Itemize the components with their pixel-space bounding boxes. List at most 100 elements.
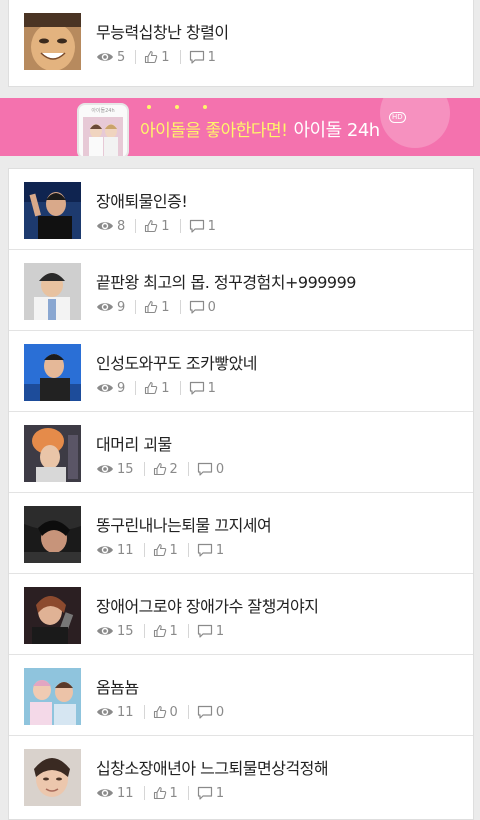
post-title[interactable]: 십창소장애년아 느그퇴물면상걱정해	[96, 755, 329, 779]
post-thumbnail[interactable]	[24, 749, 81, 806]
thumbs-up-icon[interactable]	[144, 219, 158, 233]
view-count-value: 5	[117, 49, 126, 65]
thumbs-up-icon[interactable]	[153, 705, 167, 719]
post-thumbnail[interactable]	[24, 344, 81, 401]
thumbs-up-icon[interactable]	[144, 50, 158, 64]
thumbs-up-icon[interactable]	[153, 786, 167, 800]
list-item[interactable]: 인성도와꾸도 조카빻았네 9 1 1	[9, 331, 473, 412]
divider	[179, 219, 181, 233]
comment-icon[interactable]	[197, 786, 213, 800]
view-count: 15	[96, 624, 134, 639]
post-meta: 5 1 1	[96, 49, 216, 65]
post-title[interactable]: 장애퇴물인증!	[96, 188, 188, 212]
comment-count[interactable]: 1	[189, 50, 216, 65]
post-title[interactable]: 장애어그로야 장애가수 잘챙겨야지	[96, 593, 319, 617]
post-thumbnail[interactable]	[24, 506, 81, 563]
comment-count-value: 1	[207, 49, 216, 65]
comment-icon[interactable]	[197, 705, 213, 719]
view-count: 9	[96, 381, 125, 396]
app-promo-banner[interactable]: 아이돌24h 아이돌을 좋아한다면! 아이돌 24h HD	[0, 98, 480, 156]
post-card-top: 무능력십창난 창렬이 5 1 1	[8, 0, 474, 87]
comment-icon[interactable]	[189, 381, 205, 395]
post-meta: 8 1 1	[96, 218, 216, 234]
comment-count[interactable]: 1	[189, 381, 216, 396]
eye-icon	[96, 787, 114, 799]
comment-count[interactable]: 0	[197, 705, 224, 720]
thumbnail-image	[24, 182, 81, 239]
comment-count[interactable]: 1	[197, 624, 224, 639]
thumbs-up-icon[interactable]	[153, 462, 167, 476]
comment-count[interactable]: 0	[189, 300, 216, 315]
view-count: 11	[96, 705, 134, 720]
comment-count[interactable]: 1	[197, 543, 224, 558]
like-count[interactable]: 0	[153, 705, 178, 720]
banner-headline: 아이돌을 좋아한다면! 아이돌 24h	[140, 116, 380, 142]
post-thumbnail[interactable]	[24, 182, 81, 239]
view-count: 9	[96, 300, 125, 315]
banner-text-white: 아이돌 24h	[293, 120, 380, 141]
comment-icon[interactable]	[197, 462, 213, 476]
like-count[interactable]: 1	[144, 380, 170, 396]
comment-count[interactable]: 1	[189, 219, 216, 234]
list-item[interactable]: 끝판왕 최고의 몹. 정꾸경험치+999999 9 1 0	[9, 250, 473, 331]
comment-icon[interactable]	[189, 50, 205, 64]
list-item[interactable]: 장애어그로야 장애가수 잘챙겨야지 15 1 1	[9, 574, 473, 655]
post-title[interactable]: 대머리 괴물	[96, 431, 172, 455]
list-item[interactable]: 무능력십창난 창렬이 5 1 1	[9, 0, 473, 81]
divider	[179, 381, 181, 395]
list-item[interactable]: 대머리 괴물 15 2 0	[9, 412, 473, 493]
like-count[interactable]: 1	[153, 543, 178, 558]
like-count[interactable]: 1	[153, 786, 178, 801]
comment-icon[interactable]	[189, 300, 205, 314]
comment-icon[interactable]	[197, 543, 213, 557]
like-count-value: 1	[161, 380, 170, 396]
like-count[interactable]: 1	[153, 624, 178, 639]
list-item[interactable]: 십창소장애년아 느그퇴물면상걱정해 11 1 1	[9, 736, 473, 817]
comment-count-value: 1	[207, 218, 216, 234]
post-meta: 15 1 1	[96, 623, 224, 639]
comment-count-value: 1	[215, 542, 225, 558]
divider	[135, 381, 137, 395]
thumbs-up-icon[interactable]	[144, 381, 158, 395]
comment-count-value: 1	[215, 623, 225, 639]
list-item[interactable]: 옴뇸뇸 11 0 0	[9, 655, 473, 736]
comment-count-value: 1	[207, 380, 216, 396]
eye-icon	[96, 51, 114, 63]
post-thumbnail[interactable]	[24, 13, 81, 70]
eye-icon	[96, 625, 114, 637]
post-title[interactable]: 똥구린내나는퇴물 끄지세여	[96, 512, 272, 536]
thumbs-up-icon[interactable]	[153, 543, 167, 557]
post-title[interactable]: 무능력십창난 창렬이	[96, 19, 229, 43]
comment-icon[interactable]	[189, 219, 205, 233]
like-count[interactable]: 1	[144, 300, 170, 315]
list-item[interactable]: 장애퇴물인증! 8 1 1	[9, 169, 473, 250]
post-thumbnail[interactable]	[24, 587, 81, 644]
post-title[interactable]: 옴뇸뇸	[96, 674, 139, 698]
like-count-value: 2	[169, 461, 178, 477]
post-title[interactable]: 인성도와꾸도 조카빻았네	[96, 350, 258, 374]
comment-icon[interactable]	[197, 624, 213, 638]
comment-count-value: 1	[215, 785, 225, 801]
divider	[143, 705, 145, 719]
list-item[interactable]: 똥구린내나는퇴물 끄지세여 11 1 1	[9, 493, 473, 574]
post-thumbnail[interactable]	[24, 425, 81, 482]
thumbnail-image	[24, 506, 81, 563]
comment-count[interactable]: 0	[197, 462, 224, 477]
like-count-value: 1	[169, 542, 178, 558]
view-count-value: 11	[117, 542, 134, 558]
like-count[interactable]: 1	[144, 50, 170, 65]
like-count-value: 0	[169, 704, 178, 720]
post-thumbnail[interactable]	[24, 263, 81, 320]
thumbnail-image	[24, 263, 81, 320]
thumbnail-image	[24, 668, 81, 725]
like-count[interactable]: 1	[144, 219, 170, 234]
post-title[interactable]: 끝판왕 최고의 몹. 정꾸경험치+999999	[96, 269, 356, 293]
thumbs-up-icon[interactable]	[144, 300, 158, 314]
post-thumbnail[interactable]	[24, 668, 81, 725]
thumbs-up-icon[interactable]	[153, 624, 167, 638]
comment-count[interactable]: 1	[197, 786, 224, 801]
divider	[187, 624, 189, 638]
view-count: 11	[96, 786, 134, 801]
eye-icon	[96, 463, 114, 475]
like-count[interactable]: 2	[153, 462, 178, 477]
